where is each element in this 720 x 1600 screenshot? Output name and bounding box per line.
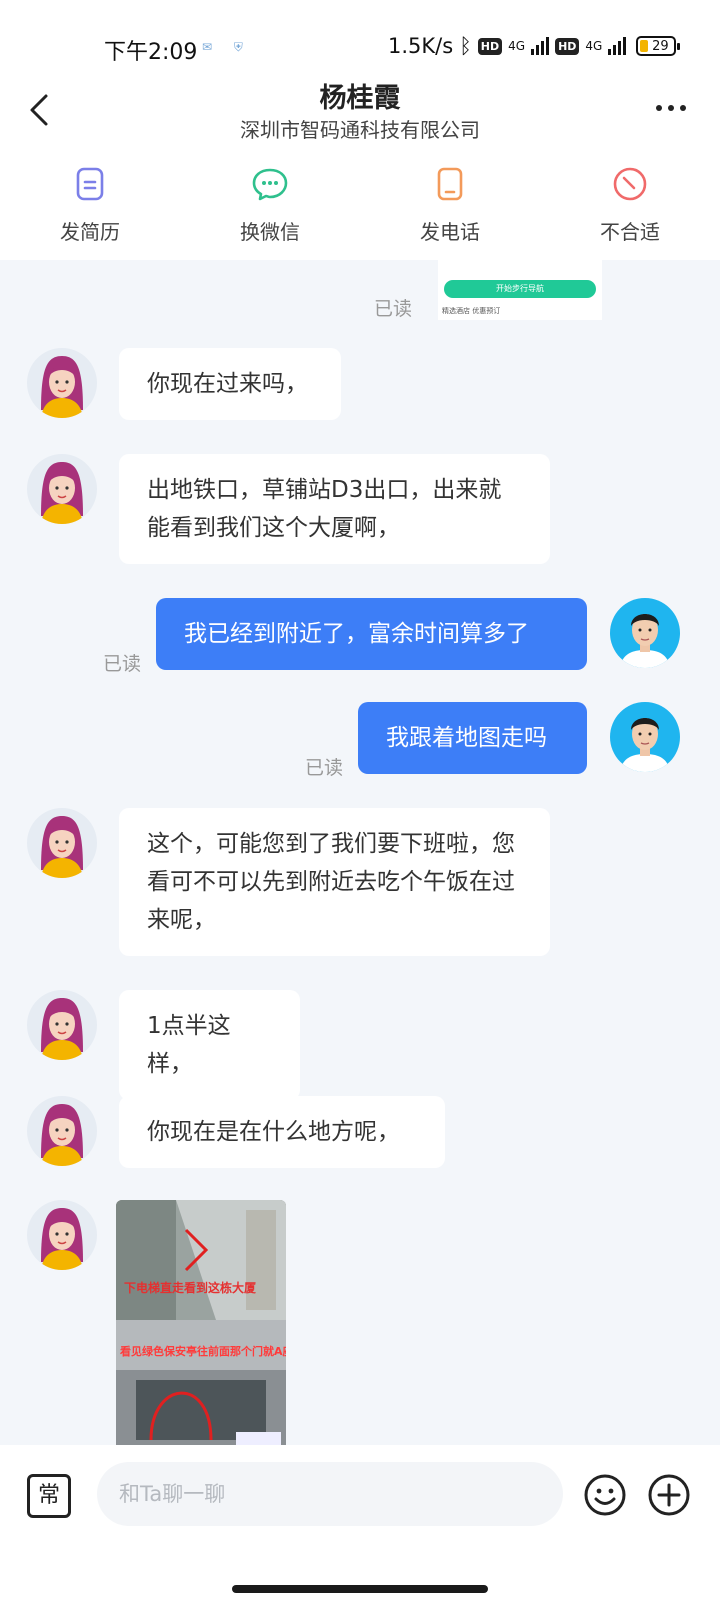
message-bubble[interactable]: 我跟着地图走吗 [358,702,587,774]
common-phrases-button[interactable]: 常 [27,1474,71,1518]
network-type-2: 4G [585,39,603,53]
resume-icon [76,167,104,201]
chat-area[interactable]: 开始步行导航 精选酒店 优惠预订 已读 你现在过来吗， 出地铁口，草铺站D3出口… [0,260,720,1445]
direction-photo-image: 下电梯直走看到这栋大厦 看见绿色保安亭往前面那个门就A座入口 [116,1200,286,1445]
network-type-1: 4G [508,39,526,53]
input-bar: 常 [0,1445,720,1600]
plus-icon[interactable] [646,1472,692,1518]
send-phone-button[interactable]: 发电话 [360,150,540,260]
battery-level: 29 [652,38,669,54]
status-time: 下午2:09 [104,40,198,65]
recruiter-avatar-image [41,1208,83,1270]
hd-badge-1: HD [477,37,503,55]
shield-notification-icon: ⛨ [233,40,243,54]
home-indicator[interactable] [232,1585,488,1593]
read-status: 已读 [305,757,344,779]
exchange-wechat-button[interactable]: 换微信 [180,150,360,260]
signal-icon-2 [608,37,627,55]
notification-icons: ✉ ⛨ [202,40,261,55]
recruiter-avatar-image [41,1104,83,1166]
photo-caption-2: 看见绿色保安亭往前面那个门就A座入口 [120,1344,286,1358]
wechat-icon [252,168,288,201]
message-bubble[interactable]: 1点半这样， [119,990,300,1100]
message-notification-icon: ✉ [202,40,213,54]
chat-header: 杨桂霞 深圳市智码通科技有限公司 [0,70,720,150]
recruiter-avatar-image [41,356,83,418]
send-resume-button[interactable]: 发简历 [0,150,180,260]
signal-icon-1 [531,37,550,55]
hd-badge-2: HD [555,37,580,55]
user-avatar-image [620,614,670,668]
user-avatar-image [620,718,670,772]
recruiter-avatar-image [41,816,83,878]
recruiter-avatar[interactable] [27,1096,97,1166]
quick-actions: 发简历 换微信 发电话 不合适 [0,150,720,260]
contact-company: 深圳市智码通科技有限公司 [240,118,480,142]
net-speed: 1.5K/s [388,34,454,58]
map-screenshot-preview[interactable]: 开始步行导航 精选酒店 优惠预订 [438,260,602,320]
exchange-wechat-label: 换微信 [240,220,300,244]
contact-name: 杨桂霞 [319,83,401,114]
recruiter-avatar[interactable] [27,808,97,878]
recruiter-avatar-image [41,462,83,524]
read-status: 已读 [103,653,142,675]
more-options-icon[interactable] [656,98,692,118]
status-indicators: 1.5K/s ᛒ HD 4G HD 4G 29 [388,34,681,58]
recruiter-avatar[interactable] [27,454,97,524]
not-suitable-button[interactable]: 不合适 [540,150,720,260]
send-phone-label: 发电话 [420,220,480,244]
walk-navigation-button-image: 开始步行导航 [444,280,596,298]
recruiter-avatar[interactable] [27,990,97,1060]
message-bubble[interactable]: 你现在是在什么地方呢， [119,1096,445,1168]
recruiter-avatar[interactable] [27,348,97,418]
bluetooth-icon: ᛒ [459,34,472,58]
not-suitable-icon [613,167,647,201]
user-avatar[interactable] [610,598,680,668]
read-status: 已读 [374,298,413,320]
message-bubble[interactable]: 这个，可能您到了我们要下班啦，您看可不可以先到附近去吃个午饭在过来呢， [119,808,550,956]
emoji-icon[interactable] [582,1472,628,1518]
battery-icon: 29 [636,36,681,56]
recruiter-avatar[interactable] [27,1200,97,1270]
hotel-ad-line: 精选酒店 优惠预订 [442,307,501,315]
message-bubble[interactable]: 出地铁口，草铺站D3出口，出来就能看到我们这个大厦啊， [119,454,550,564]
message-input[interactable] [97,1462,563,1526]
photo-caption-1: 下电梯直走看到这栋大厦 [124,1280,257,1295]
message-bubble[interactable]: 我已经到附近了，富余时间算多了 [156,598,587,670]
direction-photo[interactable]: 下电梯直走看到这栋大厦 看见绿色保安亭往前面那个门就A座入口 [116,1200,286,1445]
recruiter-avatar-image [41,998,83,1060]
not-suitable-label: 不合适 [600,220,660,244]
send-resume-label: 发简历 [60,220,120,244]
user-avatar[interactable] [610,702,680,772]
phone-icon [437,167,463,201]
message-bubble[interactable]: 你现在过来吗， [119,348,341,420]
